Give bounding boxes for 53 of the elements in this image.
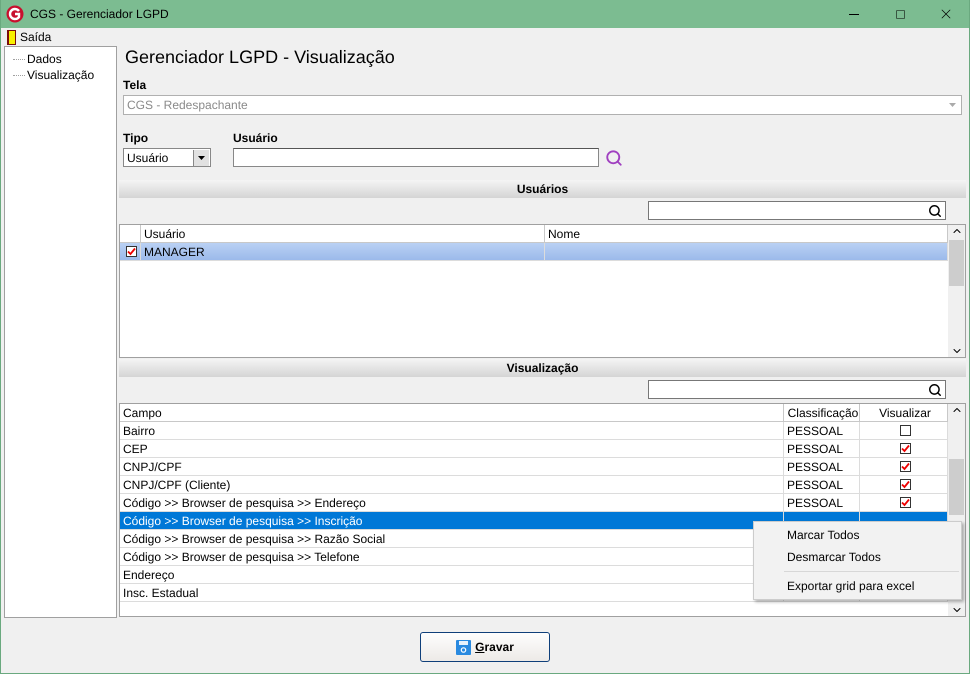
search-field[interactable] <box>648 380 946 399</box>
scrollbar-thumb[interactable] <box>949 240 964 286</box>
field-label: Tela <box>123 78 148 92</box>
column-header[interactable]: Usuário <box>141 225 545 243</box>
scrollbar-thumb[interactable] <box>949 459 964 515</box>
tree-item[interactable]: Dados <box>27 52 62 66</box>
scrollbar[interactable] <box>948 225 965 357</box>
table-row[interactable]: MANAGER <box>120 243 948 261</box>
checkbox[interactable] <box>900 443 910 454</box>
section-header: Visualização <box>119 359 966 377</box>
column-header[interactable]: Visualizar <box>860 404 948 422</box>
tree-item[interactable]: Visualização <box>27 68 94 82</box>
window-title: CGS - Gerenciador LGPD <box>30 7 170 21</box>
table-cell: Bairro <box>120 422 784 439</box>
field-label: Usuário <box>233 131 279 145</box>
door-icon <box>7 30 16 44</box>
table-cell: CNPJ/CPF <box>120 458 784 475</box>
table-cell: Código >> Browser de pesquisa >> Endereço <box>120 494 784 511</box>
page-heading: Gerenciador LGPD - Visualização <box>124 46 396 69</box>
checkbox[interactable] <box>900 425 910 436</box>
column-header[interactable]: Classificação <box>784 404 860 422</box>
search-icon[interactable] <box>605 148 623 166</box>
table-cell: MANAGER <box>141 243 545 260</box>
field-label: Tipo <box>123 131 150 145</box>
checkbox[interactable] <box>900 497 910 508</box>
search-icon <box>928 382 942 396</box>
table-cell: PESSOAL <box>784 440 860 457</box>
menu-item[interactable]: Saída <box>5 30 54 44</box>
table-row[interactable]: CEP PESSOAL <box>120 440 948 458</box>
caret-icon <box>948 103 956 107</box>
type-dropdown[interactable]: Usuário <box>123 148 211 167</box>
search-icon <box>928 204 942 218</box>
search-field[interactable] <box>648 201 946 220</box>
table-row[interactable]: Bairro PESSOAL <box>120 422 948 440</box>
checkbox[interactable] <box>126 246 137 257</box>
table-cell: PESSOAL <box>784 494 860 511</box>
checkbox[interactable] <box>900 479 910 490</box>
section-header: Usuários <box>119 180 966 198</box>
user-input-field[interactable] <box>233 148 599 167</box>
table-row[interactable]: CNPJ/CPF PESSOAL <box>120 458 948 476</box>
save-button[interactable]: Gravar <box>420 632 550 662</box>
maximize-icon <box>894 8 906 20</box>
table-cell: CEP <box>120 440 784 457</box>
table-cell: CNPJ/CPF (Cliente) <box>120 476 784 493</box>
column-header[interactable]: Campo <box>120 404 784 422</box>
checkbox[interactable] <box>900 461 910 472</box>
table-row[interactable]: CNPJ/CPF (Cliente) PESSOAL <box>120 476 948 494</box>
table-cell: PESSOAL <box>784 476 860 493</box>
app-logo-icon <box>6 5 24 23</box>
column-header[interactable]: Nome <box>545 225 948 243</box>
table-cell: PESSOAL <box>784 422 860 439</box>
caret-icon <box>198 156 205 160</box>
table-cell: PESSOAL <box>784 458 860 475</box>
